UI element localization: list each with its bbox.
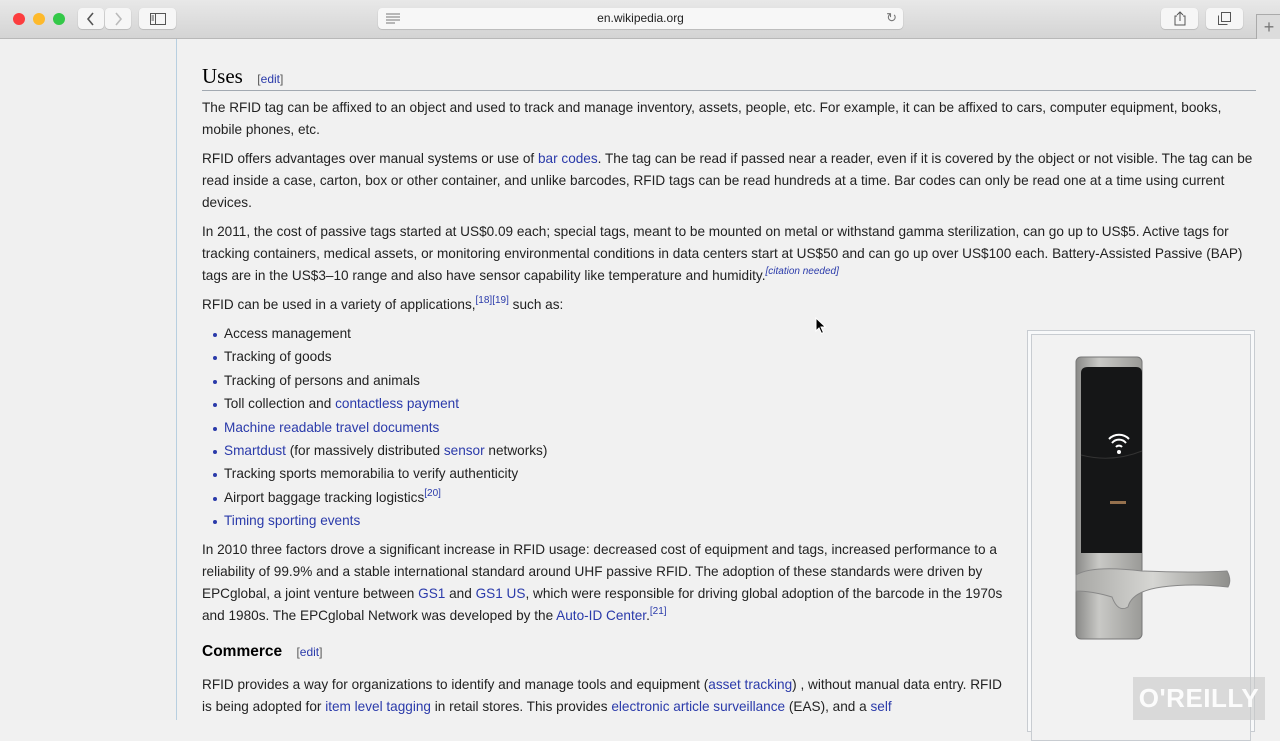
paragraph-2: RFID offers advantages over manual syste… (202, 148, 1256, 214)
list-item: Airport baggage tracking logistics[20] (202, 486, 547, 509)
tabs-icon (1218, 12, 1231, 25)
share-button[interactable] (1161, 8, 1198, 29)
chevron-right-icon (115, 11, 123, 26)
sidebar-button[interactable] (139, 8, 176, 29)
text: Airport baggage tracking logistics (224, 489, 425, 505)
heading-text: Commerce (202, 643, 283, 660)
text: RFID provides a way for organizations to… (202, 677, 709, 692)
text: RFID offers advantages over manual syste… (202, 151, 538, 166)
link-gs1-us[interactable]: GS1 US (476, 586, 526, 601)
commerce-paragraph-1: RFID provides a way for organizations to… (202, 674, 1012, 718)
address-bar[interactable]: en.wikipedia.org ↻ (378, 8, 903, 29)
list-item: Smartdust (for massively distributed sen… (202, 439, 547, 462)
edit-section-commerce: [edit] (296, 645, 323, 659)
text: and (445, 586, 476, 601)
article-content: Uses [edit] The RFID tag can be affixed … (176, 39, 1280, 741)
heading-text: Uses (202, 64, 243, 88)
text: (EAS), and a (785, 699, 871, 714)
link-bar-codes[interactable]: bar codes (538, 151, 598, 166)
watermark: O'REILLY (1133, 677, 1265, 720)
paragraph-3: In 2011, the cost of passive tags starte… (202, 221, 1256, 287)
link-contactless-payment[interactable]: contactless payment (335, 396, 459, 411)
text: Tracking sports memorabilia to verify au… (224, 466, 519, 482)
text: networks) (484, 442, 548, 458)
edit-section-uses: [edit] (257, 72, 284, 86)
back-button[interactable] (78, 8, 104, 29)
citation-needed-link[interactable]: citation needed (768, 266, 836, 277)
edit-link[interactable]: edit (261, 72, 280, 86)
minimize-window-button[interactable] (33, 13, 45, 25)
section-heading-commerce: Commerce [edit] (202, 643, 322, 661)
close-window-button[interactable] (13, 13, 25, 25)
zoom-window-button[interactable] (53, 13, 65, 25)
show-tabs-button[interactable] (1206, 8, 1243, 29)
link-timing-sporting-events[interactable]: Timing sporting events (224, 513, 360, 528)
link-asset-tracking[interactable]: asset tracking (708, 677, 792, 692)
plus-icon: + (1263, 16, 1275, 37)
link-item-level-tagging[interactable]: item level tagging (325, 699, 431, 714)
text: Access management (224, 326, 351, 341)
new-tab-button[interactable]: + (1256, 14, 1280, 39)
text: in retail stores. This provides (430, 699, 612, 714)
link-electronic-article-surveillance[interactable]: electronic article surveillance (611, 699, 785, 714)
text: In 2011, the cost of passive tags starte… (202, 224, 1243, 283)
list-item: Access management (202, 322, 547, 345)
mouse-cursor (815, 316, 827, 340)
paragraph-4: RFID can be used in a variety of applica… (202, 294, 1256, 316)
rfid-door-lock-image[interactable] (1032, 335, 1250, 725)
reference-21[interactable]: [21] (650, 606, 667, 617)
section-heading-uses: Uses [edit] (202, 64, 1256, 91)
text: Tracking of goods (224, 349, 332, 365)
list-item: Tracking of goods (202, 345, 547, 368)
list-item: Timing sporting events (202, 509, 547, 532)
text: RFID can be used in a variety of applica… (202, 297, 476, 312)
citation-needed: [citation needed] (765, 266, 839, 277)
chevron-left-icon (86, 11, 94, 26)
link-machine-readable-travel-documents[interactable]: Machine readable travel documents (224, 420, 439, 435)
list-item: Tracking of persons and animals (202, 369, 547, 392)
paragraph-5: In 2010 three factors drove a significan… (202, 539, 1012, 627)
link-sensor[interactable]: sensor (444, 443, 485, 458)
url-text[interactable]: en.wikipedia.org (378, 11, 903, 25)
link-smartdust[interactable]: Smartdust (224, 443, 286, 458)
reload-icon[interactable]: ↻ (886, 10, 897, 26)
left-sidebar-pane (0, 39, 176, 720)
paragraph-1: The RFID tag can be affixed to an object… (202, 100, 1222, 137)
list-item: Machine readable travel documents (202, 416, 547, 439)
list-item: Toll collection and contactless payment (202, 392, 547, 415)
text: Toll collection and (224, 396, 336, 412)
sidebar-icon (149, 12, 166, 25)
image-thumbnail[interactable] (1027, 330, 1255, 741)
applications-list: Access management Tracking of goods Trac… (202, 322, 547, 533)
list-item: Tracking sports memorabilia to verify au… (202, 462, 547, 485)
share-icon (1174, 11, 1185, 26)
link-gs1[interactable]: GS1 (418, 586, 445, 601)
text: (for massively distributed (285, 442, 444, 458)
link-auto-id-center[interactable]: Auto-ID Center (556, 608, 646, 623)
reference-20[interactable]: [20] (424, 488, 441, 499)
link-self[interactable]: self (870, 699, 891, 714)
forward-button[interactable] (105, 8, 131, 29)
edit-link[interactable]: edit (300, 645, 319, 659)
text: Tracking of persons and animals (224, 372, 420, 388)
text: such as: (508, 297, 564, 312)
reference-18-19[interactable]: [18][19] (476, 295, 509, 306)
browser-toolbar: en.wikipedia.org ↻ + (0, 0, 1280, 39)
